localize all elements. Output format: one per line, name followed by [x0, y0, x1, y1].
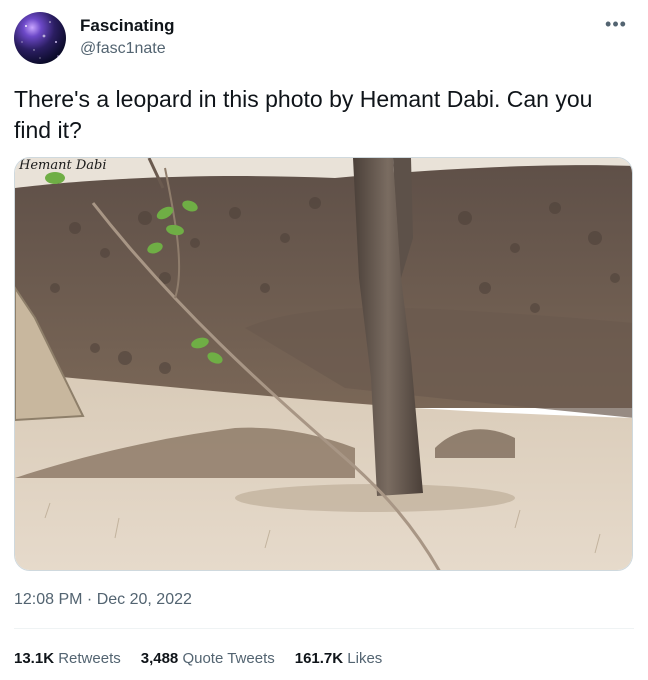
tweet-text: There's a leopard in this photo by Heman… [14, 86, 593, 143]
quote-tweets-count: 3,488 [140, 650, 179, 667]
avatar[interactable] [14, 12, 66, 64]
likes-label: Likes [347, 650, 383, 667]
likes-stat[interactable]: 161.7K Likes [295, 650, 383, 667]
retweets-stat[interactable]: 13.1K Retweets [14, 650, 121, 667]
retweets-count: 13.1K [14, 650, 55, 667]
photo-watermark: Hemant Dabi [19, 158, 107, 173]
author-handle[interactable]: @fasc1nate [80, 40, 166, 58]
divider [14, 628, 634, 629]
tweet-photo[interactable]: Hemant Dabi [14, 157, 633, 571]
author-display-name[interactable]: Fascinating [80, 16, 174, 36]
galaxy-avatar-image [21, 21, 59, 59]
leopard-photo-image [15, 158, 632, 570]
quote-tweets-stat[interactable]: 3,488 Quote Tweets [141, 650, 275, 667]
tweet: Fascinating @fasc1nate ••• There's a leo… [0, 0, 648, 680]
retweets-label: Retweets [58, 650, 121, 667]
engagement-stats: 13.1K Retweets 3,488 Quote Tweets 161.7K… [14, 650, 382, 667]
quote-tweets-label: Quote Tweets [182, 650, 275, 667]
more-options-icon[interactable]: ••• [602, 14, 630, 34]
likes-count: 161.7K [294, 650, 344, 667]
tweet-timestamp[interactable]: 12:08 PM · Dec 20, 2022 [14, 591, 192, 609]
